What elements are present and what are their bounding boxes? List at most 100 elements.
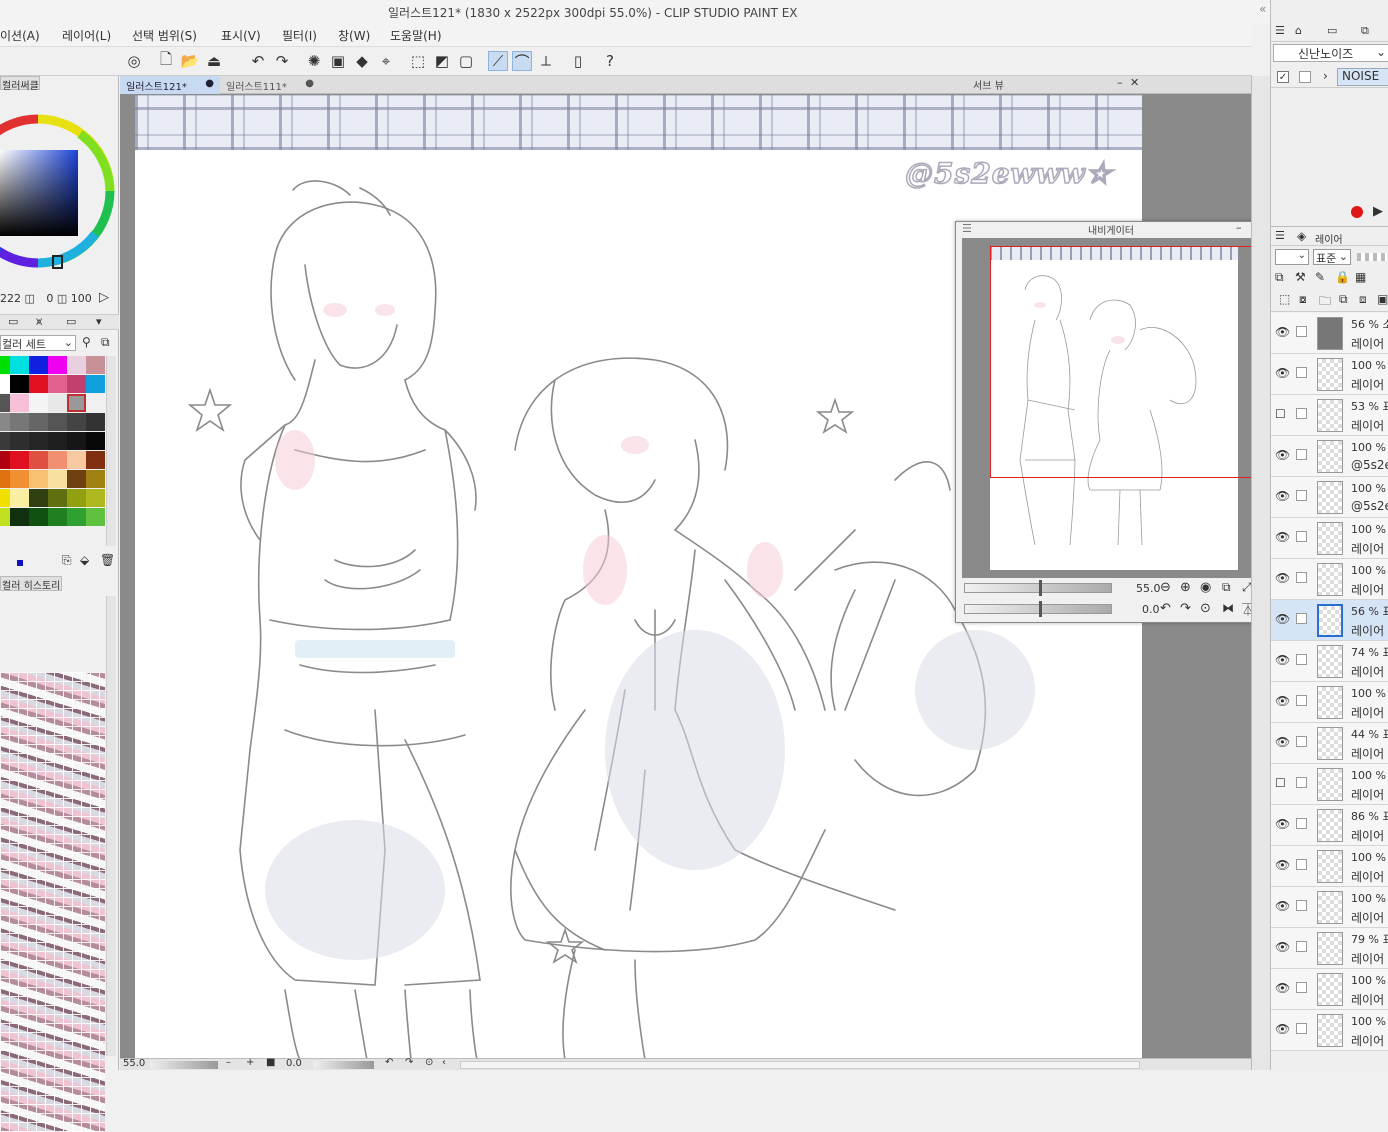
layer-row[interactable]: 👁 56 % 소 레이어	[1271, 313, 1388, 354]
eye-icon[interactable]: 👁	[1275, 530, 1290, 544]
status-rotation[interactable]: 0.0	[286, 1058, 302, 1069]
tool-tab-icon[interactable]: ▭	[1327, 24, 1337, 37]
swatch[interactable]	[48, 451, 67, 469]
horizontal-scrollbar[interactable]	[460, 1061, 1140, 1069]
eye-icon[interactable]: 👁	[1275, 448, 1290, 462]
eye-icon[interactable]: 👁	[1275, 612, 1290, 626]
layer-checkbox[interactable]	[1296, 777, 1307, 788]
swatch[interactable]	[0, 394, 10, 412]
menu-selection[interactable]: 선택 범위(S)	[132, 27, 197, 44]
swatch[interactable]	[86, 413, 105, 431]
menu-window[interactable]: 창(W)	[338, 27, 370, 44]
layer-checkbox[interactable]	[1296, 695, 1307, 706]
swatch[interactable]	[48, 508, 67, 526]
record-button[interactable]	[1351, 206, 1363, 218]
swatch[interactable]	[48, 356, 67, 374]
snap-grid-icon[interactable]: ⟂	[536, 51, 556, 71]
layer-row[interactable]: 👁 100 % 표레이어	[1271, 887, 1388, 928]
fit-icon[interactable]: ■	[266, 1057, 275, 1068]
fill-icon[interactable]: ◆	[352, 51, 372, 71]
swatch[interactable]	[86, 432, 105, 450]
tab-illust121[interactable]: 일러스트121* ●	[120, 76, 220, 94]
vertical-scrollbar[interactable]	[1251, 76, 1270, 1070]
swatch[interactable]	[29, 375, 48, 393]
color-set-dropdown[interactable]: 컬러 세트 ⌄	[0, 335, 76, 351]
swatch[interactable]	[86, 470, 105, 488]
color-wheel[interactable]	[0, 94, 119, 280]
layer-row[interactable]: 👁 100 % 표레이어	[1271, 354, 1388, 395]
swatch[interactable]	[29, 508, 48, 526]
layer-checkbox[interactable]	[1296, 531, 1307, 542]
swatch[interactable]	[29, 451, 48, 469]
zoom-slider[interactable]	[964, 583, 1112, 593]
flip-horizontal-icon[interactable]: ⧓	[1222, 601, 1234, 615]
palette-menu-icon[interactable]: ▾	[96, 315, 102, 328]
layer-row[interactable]: 👁 100 % 표레이어	[1271, 846, 1388, 887]
layer-row[interactable]: 👁 79 % 표 레이어	[1271, 928, 1388, 969]
layer-checkbox[interactable]	[1296, 1023, 1307, 1034]
loading-icon[interactable]: ✺	[304, 51, 324, 71]
layer-row[interactable]: 👁 100 % 표레이어	[1271, 559, 1388, 600]
swatch[interactable]	[10, 394, 29, 412]
swatch[interactable]	[86, 489, 105, 507]
layer-checkbox[interactable]	[1296, 859, 1307, 870]
swatch[interactable]	[10, 470, 29, 488]
close-icon[interactable]: ✕	[1130, 76, 1139, 89]
layer-checkbox[interactable]	[1296, 982, 1307, 993]
invert-selection-icon[interactable]: ◩	[432, 51, 452, 71]
layer-row[interactable]: 👁 86 % 표 레이어	[1271, 805, 1388, 846]
tool-tab-icon[interactable]: ⧉	[1361, 24, 1369, 38]
swatch[interactable]	[67, 470, 86, 488]
reset-rotation-icon[interactable]: ⊙	[425, 1057, 433, 1068]
swatch[interactable]	[67, 508, 86, 526]
layer-row[interactable]: 👁 56 % 표 레이어	[1271, 600, 1388, 641]
layer-checkbox[interactable]	[1296, 818, 1307, 829]
navigator-preview[interactable]	[962, 238, 1266, 578]
zoom-out-icon[interactable]: –	[226, 1057, 231, 1068]
clip-studio-icon[interactable]: ◎	[124, 51, 144, 71]
deselect-icon[interactable]: ⬚	[408, 51, 428, 71]
rotation-slider-thumb[interactable]	[1039, 601, 1042, 617]
layer-row[interactable]: 👁 100 % 표 @5s2ewww	[1271, 436, 1388, 477]
fit-icon[interactable]: ⧉	[1222, 580, 1231, 595]
menu-filter[interactable]: 필터(I)	[282, 27, 317, 44]
chevron-right-icon[interactable]: ›	[1323, 69, 1328, 83]
trash-icon[interactable]: ▣	[1377, 292, 1388, 306]
rotate-right-icon[interactable]: ↷	[1180, 601, 1191, 616]
swatch[interactable]	[10, 375, 29, 393]
new-raster-layer-icon[interactable]: ⬚	[1279, 292, 1290, 306]
swatch[interactable]	[67, 451, 86, 469]
eye-icon[interactable]: 👁	[1275, 817, 1290, 831]
menu-layer[interactable]: 레이어(L)	[62, 27, 111, 44]
swatch[interactable]	[48, 489, 67, 507]
swatch[interactable]	[67, 375, 86, 393]
open-file-icon[interactable]: 📂	[180, 51, 200, 71]
navigator-viewport-frame[interactable]	[990, 246, 1266, 478]
swatch[interactable]	[10, 451, 29, 469]
palette-tab-icon[interactable]: ▭	[66, 315, 76, 328]
eye-icon[interactable]: 👁	[1275, 571, 1290, 585]
swatch[interactable]	[67, 489, 86, 507]
eye-hidden-icon[interactable]: ☐	[1275, 407, 1286, 421]
status-zoom-slider[interactable]	[150, 1061, 218, 1069]
swatch[interactable]	[29, 394, 48, 412]
layer-row[interactable]: 👁 100 % 표 @5s2ewww	[1271, 477, 1388, 518]
reference-icon[interactable]: ⚒	[1295, 270, 1306, 284]
layer-checkbox[interactable]	[1296, 572, 1307, 583]
swatch[interactable]	[0, 375, 10, 393]
history-scrollbar[interactable]	[106, 596, 116, 1056]
swatch[interactable]	[67, 432, 86, 450]
eye-icon[interactable]: 👁	[1275, 735, 1290, 749]
layer-checkbox[interactable]	[1296, 408, 1307, 419]
layer-row[interactable]: 👁 44 % 표 레이어	[1271, 723, 1388, 764]
layer-row[interactable]: 👁 100 % 표레이어	[1271, 518, 1388, 559]
rotate-right-icon[interactable]: ↷	[405, 1057, 413, 1068]
swatch[interactable]	[29, 356, 48, 374]
undo-icon[interactable]: ↶	[248, 51, 268, 71]
swatch[interactable]	[0, 489, 10, 507]
show-selection-icon[interactable]: ▢	[456, 51, 476, 71]
menu-icon[interactable]: ☰	[1275, 229, 1285, 242]
trash-icon[interactable]: 🗑	[100, 553, 115, 567]
eye-icon[interactable]: 👁	[1275, 694, 1290, 708]
eye-icon[interactable]: 👁	[1275, 899, 1290, 913]
